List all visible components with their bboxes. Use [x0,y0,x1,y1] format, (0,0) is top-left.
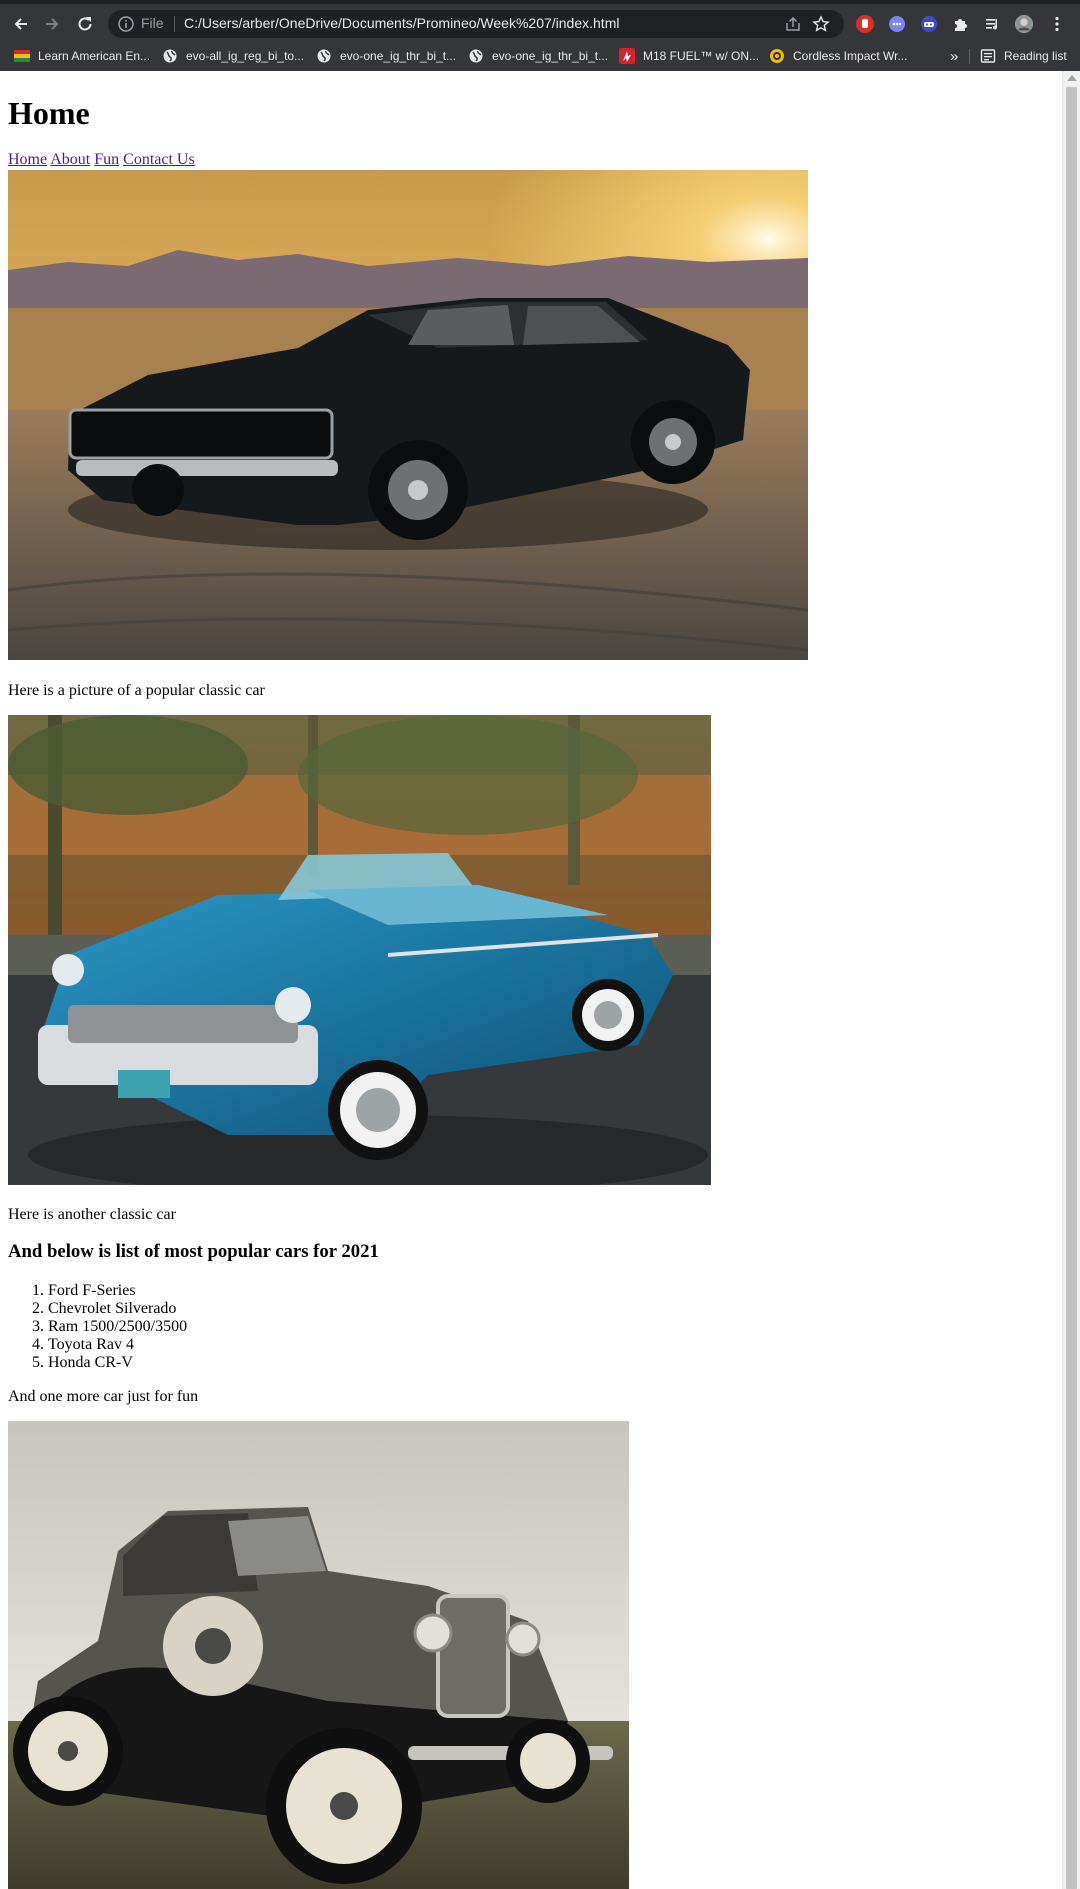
bookmark-item[interactable]: M18 FUEL™ w/ ON... [619,46,759,66]
extension-stop-button[interactable] [855,14,875,34]
arrow-right-icon [46,18,59,30]
avatar-icon [1014,14,1034,34]
vertical-scrollbar[interactable] [1062,71,1080,1889]
bookmark-item[interactable]: Learn American En... [14,46,150,66]
milwaukee-icon [619,48,635,64]
forward-button[interactable] [39,11,65,37]
url-text[interactable]: C:/Users/arber/OneDrive/Documents/Promin… [184,15,619,31]
list-item: Chevrolet Silverado [48,1300,187,1318]
popular-cars-list: Ford F-Series Chevrolet Silverado Ram 15… [8,1282,187,1372]
classic-car-photo-2 [8,715,711,1185]
bookmark-item[interactable]: evo-one_ig_thr_bi_t... [316,46,456,66]
bookmark-star-button[interactable] [811,14,831,34]
bookmark-item[interactable]: evo-all_ig_reg_bi_to... [162,46,304,66]
stop-hand-icon [856,15,874,33]
list-item: Toyota Rav 4 [48,1336,187,1354]
browser-toolbar: File C:/Users/arber/OneDrive/Documents/P… [0,4,1080,42]
browser-menu-button[interactable] [1047,14,1067,34]
chat-bubble-icon [889,16,905,32]
globe-icon [316,48,332,64]
kebab-menu-icon [1055,16,1059,32]
reading-list-button[interactable]: Reading list [980,46,1067,66]
bookmark-label: Learn American En... [38,49,151,63]
reload-icon [78,17,92,31]
page-title: Home [8,95,90,131]
chevron-double-right-icon: » [950,47,959,65]
media-controls-button[interactable] [983,14,1003,34]
globe-icon [162,48,178,64]
caption-1: Here is a picture of a popular classic c… [8,682,265,699]
extension-bot-button[interactable] [919,14,939,34]
profile-avatar[interactable] [1014,14,1034,34]
extension-chat-button[interactable] [887,14,907,34]
list-heading: And below is list of most popular cars f… [8,1241,379,1262]
playlist-icon [986,19,998,30]
flag-icon [14,48,30,64]
vintage-car-photo [8,1421,629,1889]
reading-list-icon [980,48,996,64]
bookmark-label: M18 FUEL™ w/ ON... [643,49,760,63]
star-icon [812,15,830,32]
site-nav: Home About Fun Contact Us [8,150,195,169]
puzzle-icon [955,19,967,31]
share-button[interactable] [783,14,803,34]
nav-link-home[interactable]: Home [8,151,47,168]
nav-link-contact[interactable]: Contact Us [123,151,195,168]
omnibox-divider [174,16,175,32]
globe-icon [468,48,484,64]
bot-face-icon [921,16,937,32]
bookmark-label: evo-one_ig_thr_bi_t... [340,49,457,63]
reading-list-label: Reading list [1004,49,1067,63]
bookmarks-overflow-button[interactable]: » [950,46,958,66]
scroll-up-arrow-icon[interactable] [1067,75,1077,81]
list-item: Honda CR-V [48,1354,187,1372]
bookmark-label: Cordless Impact Wr... [793,49,908,63]
list-item: Ram 1500/2500/3500 [48,1318,187,1336]
caption-3: And one more car just for fun [8,1388,199,1405]
bookmark-item[interactable]: Cordless Impact Wr... [769,46,907,66]
reload-button[interactable] [72,11,98,37]
scrollbar-thumb[interactable] [1066,87,1077,1889]
address-bar[interactable]: File C:/Users/arber/OneDrive/Documents/P… [108,10,844,38]
arrow-left-icon [14,18,27,30]
bookmarks-divider [969,49,970,64]
bookmark-item[interactable]: evo-one_ig_thr_bi_t... [468,46,608,66]
nav-link-about[interactable]: About [50,151,90,168]
classic-car-photo-1 [8,170,808,660]
back-button[interactable] [8,11,34,37]
list-item: Ford F-Series [48,1282,187,1300]
browser-chrome: File C:/Users/arber/OneDrive/Documents/P… [0,0,1080,71]
scheme-label: File [141,15,164,31]
extensions-button[interactable] [951,14,971,34]
share-icon [786,16,800,31]
tool-brand-icon [769,48,785,64]
bookmark-label: evo-one_ig_thr_bi_t... [492,49,609,63]
nav-link-fun[interactable]: Fun [94,151,119,168]
bookmarks-bar: Learn American En... evo-all_ig_reg_bi_t… [0,42,1080,71]
info-icon[interactable] [116,14,136,39]
bookmark-label: evo-all_ig_reg_bi_to... [186,49,305,63]
caption-2: Here is another classic car [8,1206,176,1223]
